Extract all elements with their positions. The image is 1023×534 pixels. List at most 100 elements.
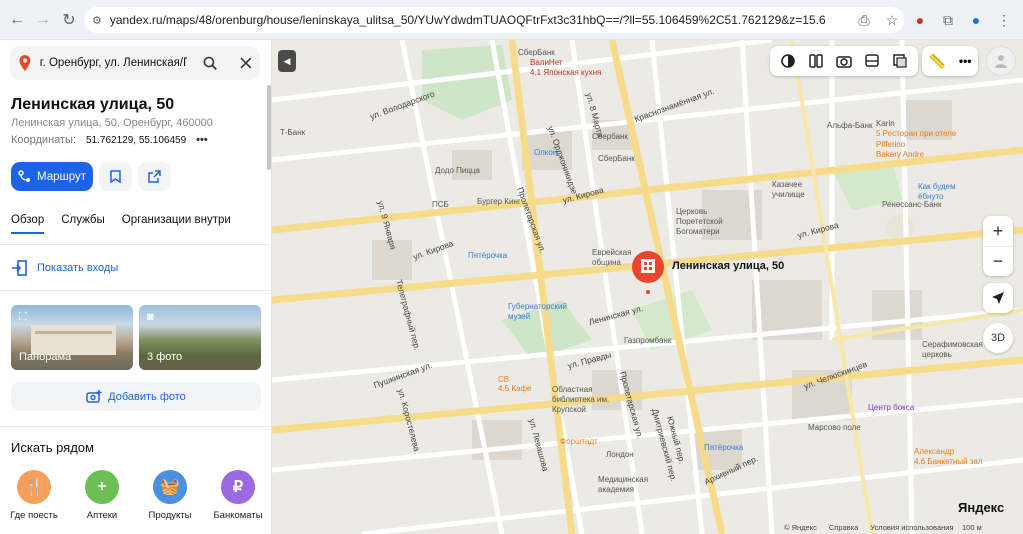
poi-label[interactable]: Медицинская академия [598,475,648,495]
forward-icon[interactable]: → [30,7,56,33]
panorama-tile[interactable]: ⛶ Панорама [11,305,133,370]
poi-label[interactable]: СберБанк [598,154,635,163]
poi-label[interactable]: ПСБ [432,200,449,209]
tab-bar: Обзор Службы Организации внутри [11,214,231,234]
add-photo-label: Добавить фото [108,390,186,403]
tab-services[interactable]: Службы [61,214,105,226]
ruler-icon[interactable]: 📏 [928,53,945,70]
help-link[interactable]: Справка [829,523,858,532]
nearby-pharmacy[interactable]: + Аптеки [72,470,132,521]
show-entrances-button[interactable]: Показать входы [11,260,118,276]
back-icon[interactable]: ← [4,7,30,33]
photos-tile[interactable]: ◙ 3 фото [139,305,261,370]
transport-icon[interactable] [802,47,830,75]
pin-label[interactable]: Ленинская улица, 50 [672,260,784,272]
place-address: Ленинская улица, 50, Оренбург, 460000 [11,117,213,129]
nearby-atm[interactable]: ₽ Банкоматы [208,470,268,521]
zoom-in-button[interactable]: + [983,216,1013,246]
extensions-puzzle-icon[interactable]: ⧉ [935,7,961,33]
poi-label[interactable]: 5 Ресторан при отеле [876,129,956,138]
poi-label[interactable]: Губернаторский музей [508,302,578,322]
share-button[interactable] [138,162,171,191]
map-canvas[interactable]: ул. Володарского ул. 8 Марта ул. Орджони… [272,40,1023,534]
bookmark-icon [110,170,121,183]
route-button[interactable]: Маршрут [11,162,93,191]
entrance-icon [12,260,27,276]
nearby-food[interactable]: 🍴 Где поесть [4,470,64,521]
fork-knife-icon: 🍴 [17,470,51,504]
profile-icon[interactable]: ● [963,7,989,33]
camera-layer-icon[interactable] [830,47,858,75]
place-title: Ленинская улица, 50 [11,96,175,113]
more-icon[interactable]: ••• [959,54,972,68]
nearby-grocery[interactable]: 🧺 Продукты [140,470,200,521]
poi-label[interactable]: Как будем ёбнуто [918,182,978,202]
menu-kebab-icon[interactable]: ⋮ [991,7,1017,33]
bookmark-star-icon[interactable]: ☆ [879,7,905,33]
scale-label: 100 м [962,523,982,532]
coordinates: Координаты: 51.762129, 55.106459 ••• [11,134,208,146]
poi-label[interactable]: Казачее училище [772,180,812,200]
poi-label[interactable]: 4.6 Банкетный зал [914,457,983,466]
poi-label[interactable]: Марсово поле [808,423,861,432]
poi-label[interactable]: Сбербанк [592,132,628,141]
poi-label[interactable]: Центр бокса [868,403,914,412]
poi-label[interactable]: СберБанк [518,48,555,57]
poi-label[interactable]: Александр [914,447,954,456]
extension-icon[interactable]: ● [907,7,933,33]
poi-label[interactable]: 4.5 Кафе [498,384,531,393]
site-settings-icon[interactable]: ⚙ [92,14,102,27]
collapse-panel-button[interactable]: ◀ [278,50,296,72]
poi-label[interactable]: Еврейская община [592,248,632,268]
3d-button[interactable]: 3D [983,323,1013,353]
reload-icon[interactable]: ↻ [56,7,82,33]
browser-toolbar: ← → ↻ ⚙ yandex.ru/maps/48/orenburg/house… [0,0,1023,40]
poi-label[interactable]: Альфа-Банк [827,121,872,130]
poi-label[interactable]: Ренессанс-Банк [882,200,941,209]
poi-label[interactable]: Karin [876,119,895,128]
camera-icon: ◙ [147,311,154,323]
poi-label[interactable]: Газпромбанк [624,336,671,345]
geolocation-button[interactable] [983,283,1013,313]
copyright-link[interactable]: © Яндекс [784,523,817,532]
yandex-logo: Яндекс [958,500,1005,515]
search-input[interactable]: г. Оренбург, ул. Ленинская/Пушк [40,57,188,69]
poi-label[interactable]: Пятёрочка [704,443,743,452]
scrollbar[interactable] [267,85,271,170]
poi-label[interactable]: Областная библиотека им. Крупской [552,385,612,415]
poi-label[interactable]: ВалиНет [530,58,563,67]
close-icon[interactable] [240,57,252,69]
add-photo-icon [86,389,102,403]
tab-organizations[interactable]: Организации внутри [122,214,231,226]
poi-label[interactable]: 4.1 Японская кухня [530,68,601,77]
nearby-label: Где поесть [10,510,58,521]
avatar[interactable] [986,46,1016,76]
tab-overview[interactable]: Обзор [11,214,45,234]
terms-link[interactable]: Условия использования [870,523,953,532]
poi-label[interactable]: СВ [498,375,509,384]
search-icon[interactable] [203,56,218,71]
more-icon[interactable]: ••• [196,134,208,146]
poi-label[interactable]: Додо Пицца [435,166,480,175]
zoom-out-button[interactable]: − [983,246,1013,276]
layers-icon[interactable] [774,47,802,75]
poi-label[interactable]: Форштадт [560,437,598,446]
bookmark-button[interactable] [99,162,132,191]
place-panel: г. Оренбург, ул. Ленинская/Пушк Ленинска… [0,40,272,534]
bus-icon[interactable] [858,47,886,75]
install-app-icon[interactable]: ⎙ [851,7,877,33]
poi-label[interactable]: Лондон [606,450,634,459]
panorama-icon: ⛶ [19,311,27,323]
poi-label[interactable]: Серафимовская церковь [922,340,983,360]
add-photo-button[interactable]: Добавить фото [11,382,261,411]
poi-label[interactable]: Бургер Кинг [477,197,521,206]
poi-label[interactable]: Т-Банк [280,128,305,137]
map-style-icon[interactable] [886,47,914,75]
coords-value[interactable]: 51.762129, 55.106459 [86,135,186,146]
poi-label[interactable]: Pifferino Bakery Andre [876,140,926,160]
search-box[interactable]: г. Оренбург, ул. Ленинская/Пушк [10,46,260,80]
address-bar[interactable]: ⚙ yandex.ru/maps/48/orenburg/house/lenin… [84,7,904,33]
poi-label[interactable]: Олкон [534,148,557,157]
poi-label[interactable]: Церковь Порететской Богоматери [676,207,736,237]
poi-label[interactable]: Пятёрочка [468,251,507,260]
